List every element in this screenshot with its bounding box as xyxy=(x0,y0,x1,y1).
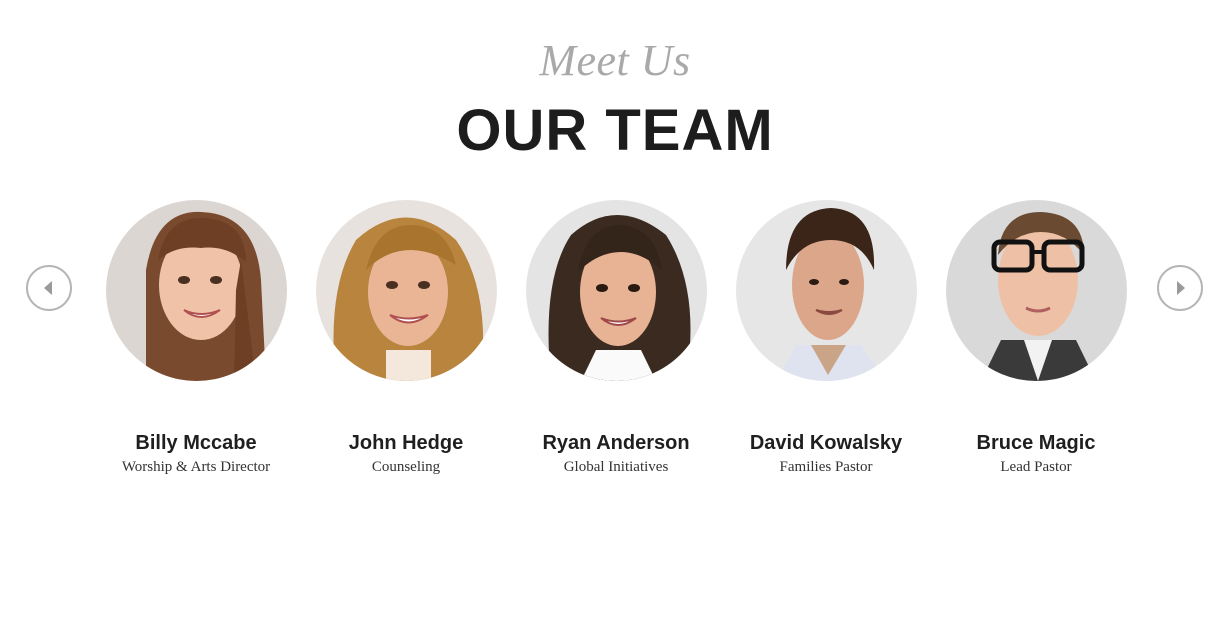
team-member-card: Bruce Magic Lead Pastor xyxy=(931,200,1141,477)
member-role: Counseling xyxy=(371,459,441,475)
chevron-right-icon xyxy=(1177,281,1185,295)
chevron-left-icon xyxy=(44,281,52,295)
team-member-card: Ryan Anderson Global Initiatives xyxy=(511,200,721,477)
avatar[interactable] xyxy=(105,200,287,381)
team-member-card: David Kowalsky Families Pastor xyxy=(721,200,931,477)
member-role: Lead Pastor xyxy=(1000,459,1072,475)
team-member-card: John Hedge Counseling xyxy=(301,200,511,477)
member-role: Global Initiatives xyxy=(563,459,669,475)
member-name: Bruce Magic xyxy=(976,432,1096,454)
member-name: Billy Mccabe xyxy=(135,432,257,454)
member-name: Ryan Anderson xyxy=(542,432,690,454)
member-role: Families Pastor xyxy=(779,459,873,475)
member-name: John Hedge xyxy=(348,432,464,454)
carousel-prev-button[interactable] xyxy=(26,265,72,311)
avatar[interactable] xyxy=(315,200,497,381)
team-member-card: Billy Mccabe Worship & Arts Director xyxy=(91,200,301,477)
avatar[interactable] xyxy=(945,200,1127,381)
section-title: OUR TEAM xyxy=(456,98,774,163)
carousel-next-button[interactable] xyxy=(1157,265,1203,311)
section-subtitle: Meet Us xyxy=(539,36,691,85)
member-name: David Kowalsky xyxy=(749,432,903,454)
avatar[interactable] xyxy=(735,200,917,381)
member-role: Worship & Arts Director xyxy=(121,459,271,475)
avatar[interactable] xyxy=(525,200,707,381)
